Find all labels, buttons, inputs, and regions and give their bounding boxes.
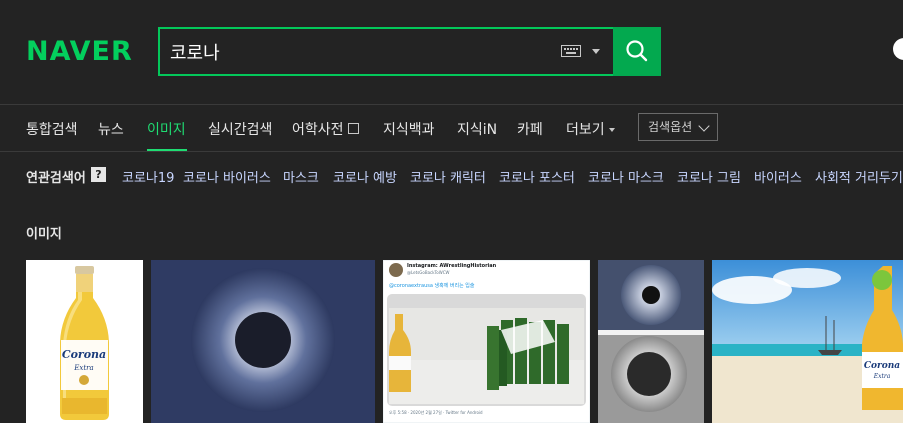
tab-cafe[interactable]: 카페 [517,119,543,139]
image-thumbnail[interactable]: Corona Extra [712,260,903,423]
svg-text:Corona: Corona [864,361,900,371]
related-item[interactable]: 코로나 그림 [677,167,741,186]
related-title: 연관검색어 [26,171,86,186]
section-title: 이미지 [26,227,62,242]
related-item[interactable]: 코로나 포스터 [499,167,575,186]
tab-kin[interactable]: 지식iN [457,119,497,139]
tab-dictionary[interactable]: 어학사전 [292,119,359,139]
image-thumbnail[interactable] [151,260,375,423]
tweet-text: @coronaextrausa 냉혹께 버리는 입술 [389,283,475,289]
tab-integrated[interactable]: 통합검색 [26,119,78,139]
image-thumbnail[interactable] [598,260,704,423]
profile-toggle[interactable] [893,38,903,60]
search-tabs: 통합검색 뉴스 이미지 실시간검색 어학사전 지식백과 지식iN 카페 더보기 … [0,105,903,151]
related-item[interactable]: 바이러스 [754,167,802,186]
keyboard-dropdown-icon[interactable] [592,49,600,54]
related-item[interactable]: 코로나 예방 [333,167,397,186]
tab-news[interactable]: 뉴스 [98,119,124,139]
caret-down-icon [608,128,615,132]
tab-dictionary-label: 어학사전 [292,122,344,138]
tab-images[interactable]: 이미지 [147,119,186,139]
help-icon[interactable]: ? [91,167,106,182]
naver-logo[interactable]: NAVER [26,36,133,67]
search-box [158,27,615,76]
related-item[interactable]: 코로나19 [122,167,174,186]
search-options-label: 검색옵션 [648,120,693,134]
solar-eclipse-image [151,260,375,423]
tab-more[interactable]: 더보기 [566,119,615,139]
external-window-icon [347,123,359,134]
eclipse-pair-image [598,260,704,423]
related-item[interactable]: 코로나 마스크 [588,167,664,186]
image-thumbnail[interactable]: Instagram: AWrestlingHistorian @LetsGoBa… [383,260,590,423]
tab-realtime[interactable]: 실시간검색 [208,119,272,139]
search-icon [626,40,648,62]
corona-bottle-image: Corona Extra [26,260,143,423]
search-button[interactable] [613,27,661,76]
related-item[interactable]: 마스크 [283,167,319,186]
header: NAVER [0,0,903,104]
tweet-handle: @LetsGoBackToWCW [407,270,450,275]
search-options-button[interactable]: 검색옵션 [638,113,718,141]
tweet-author: Instagram: AWrestlingHistorian [407,263,497,269]
related-item[interactable]: 사회적 거리두기 [815,167,903,186]
related-searches: 연관검색어 ? 코로나19 코로나 바이러스 마스크 코로나 예방 코로나 캐릭… [0,152,903,198]
svg-text:Corona: Corona [62,348,106,361]
tab-more-label: 더보기 [566,122,605,138]
svg-text:Extra: Extra [73,364,93,372]
beach-corona-image: Corona Extra [712,260,903,423]
search-input[interactable] [170,29,550,74]
tab-encyclopedia[interactable]: 지식백과 [383,119,435,139]
tweet-footer: 오후 5:58 · 2020년 2월 27일 · Twitter for And… [389,410,483,415]
keyboard-icon[interactable] [561,45,581,57]
related-item[interactable]: 코로나 바이러스 [183,167,271,186]
image-thumbnail[interactable]: Corona Extra [26,260,143,423]
chevron-down-icon [698,120,710,132]
svg-text:Extra: Extra [873,373,891,380]
related-item[interactable]: 코로나 캐릭터 [410,167,486,186]
